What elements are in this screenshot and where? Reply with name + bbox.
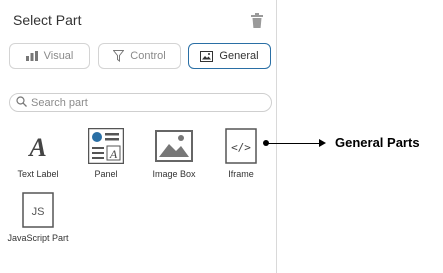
search-box[interactable]	[9, 93, 272, 112]
bar-chart-icon	[25, 51, 38, 61]
part-label: Image Box	[152, 169, 196, 179]
tab-general-label: General	[219, 50, 259, 62]
tab-visual[interactable]: Visual	[9, 43, 90, 69]
tab-visual-label: Visual	[43, 50, 74, 62]
part-label: Iframe	[228, 169, 254, 179]
part-text-label[interactable]: A Text Label	[5, 127, 71, 179]
panel-header: Select Part	[13, 12, 264, 32]
javascript-icon: JS	[19, 191, 57, 229]
panel-icon: A	[87, 127, 125, 165]
svg-text:</>: </>	[231, 141, 251, 154]
tab-general[interactable]: General	[188, 43, 271, 69]
search-icon	[16, 94, 27, 112]
search-input[interactable]	[31, 96, 251, 109]
part-panel[interactable]: A Panel	[73, 127, 139, 179]
callout-arrow-icon	[319, 139, 326, 147]
text-label-icon: A	[19, 127, 57, 165]
tab-control[interactable]: Control	[98, 43, 181, 69]
callout-label: General Parts	[335, 135, 420, 150]
panel-title: Select Part	[13, 12, 82, 28]
part-iframe[interactable]: </> Iframe	[208, 127, 274, 179]
select-part-panel: Select Part Visual Control General Searc…	[0, 0, 277, 273]
image-frame-icon	[200, 50, 214, 62]
image-box-icon	[155, 127, 193, 165]
callout-line	[266, 143, 324, 144]
part-image-box[interactable]: Image Box	[141, 127, 207, 179]
iframe-code-icon: </>	[222, 127, 260, 165]
funnel-filter-icon	[113, 50, 125, 62]
part-javascript[interactable]: JS JavaScript Part	[5, 191, 71, 243]
svg-text:JS: JS	[32, 206, 45, 218]
part-category-tabs: Visual Control General	[9, 43, 271, 71]
part-label: Panel	[94, 169, 118, 179]
trash-icon[interactable]	[250, 13, 264, 29]
part-label: JavaScript Part	[7, 233, 69, 243]
svg-text:A: A	[27, 133, 46, 162]
svg-text:A: A	[109, 147, 118, 161]
part-label: Text Label	[17, 169, 59, 179]
tab-control-label: Control	[130, 50, 166, 62]
